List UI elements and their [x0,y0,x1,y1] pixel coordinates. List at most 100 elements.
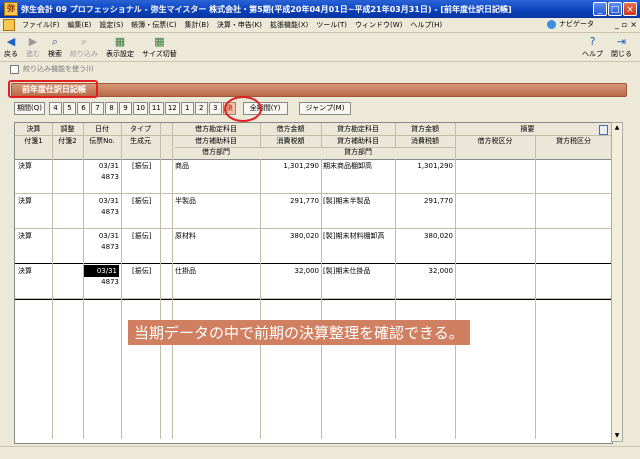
window-title: 弥生会計 09 プロフェッショナル - 弥生マイスター 株式会社・第5期(平成2… [21,4,512,14]
back-label: 戻る [4,50,18,58]
close-window-button[interactable]: × [623,2,637,16]
jump-button[interactable]: ジャンプ(M) [298,102,352,115]
forward-button[interactable]: ▶ 進む [22,33,44,59]
cell-debit-account: 仕掛品 [175,267,196,275]
cell-credit-account: 期末商品棚卸高 [323,162,372,170]
header-tekiyo: 摘要 [520,125,535,133]
app-icon: 弥 [4,2,18,16]
header-debit-tax: 消費税額 [276,137,305,145]
header-voucher-no: 伝票No. [89,137,115,145]
table-row[interactable]: 決算 03/31 4873 [振伝] 原材料 380,020 [製]期末材料棚卸… [15,229,612,264]
back-button[interactable]: ◀ 戻る [0,33,22,59]
search-button[interactable]: ⌕ 検索 [44,33,66,59]
header-credit-account: 貸方勘定科目 [337,125,379,133]
menu-tools[interactable]: ツール(T) [312,20,351,30]
table-row-selected[interactable]: 決算 03/31 4873 [振伝] 仕掛品 32,000 [製]期末仕掛品 3… [15,263,612,300]
header-debit-sub: 借方補助科目 [195,137,237,145]
menu-window[interactable]: ウィンドウ(W) [351,20,406,30]
header-debit-amount: 借方金額 [276,125,305,133]
period-bar: 期間(Q) 4 5 6 7 8 9 10 11 12 1 2 3 決 全期間(Y… [14,102,352,115]
header-chosei: 調整 [60,125,75,133]
help-button[interactable]: ? ヘルプ [578,33,607,59]
mdi-minimize-button[interactable]: _ [615,20,619,29]
cell-voucher-no: 4873 [101,173,119,181]
minimize-button[interactable]: _ [593,2,607,16]
vertical-scrollbar[interactable]: ▲ ▼ [611,122,623,442]
header-debit-dept: 借方部門 [202,148,230,156]
scroll-up-icon[interactable]: ▲ [612,123,622,133]
menu-help[interactable]: ヘルプ(H) [406,20,446,30]
table-header: 決算 調整 日付 タイプ 借方勘定科目 借方金額 貸方勘定科目 貸方金額 摘要 … [15,123,612,160]
month-tab[interactable]: 4 [48,102,62,115]
menu-summary[interactable]: 集計(B) [181,20,213,30]
menu-file[interactable]: ファイル(F) [18,20,64,30]
cell-type: [振伝] [132,197,152,205]
journal-table: 決算 調整 日付 タイプ 借方勘定科目 借方金額 貸方勘定科目 貸方金額 摘要 … [14,122,613,444]
menu-settings[interactable]: 設定(S) [95,20,127,30]
menu-books[interactable]: 帳簿・伝票(C) [127,20,180,30]
header-credit-amount: 貸方金額 [411,125,439,133]
menu-closing[interactable]: 決算・申告(K) [213,20,266,30]
cell-debit-account: 商品 [175,162,189,170]
memo-icon[interactable] [599,125,608,135]
window-controls: _ □ × [593,2,637,16]
filter-checkbox[interactable] [10,64,19,74]
filter-option-label: 絞り込み機能を使う(I) [23,65,94,73]
menu-edit[interactable]: 編集(E) [64,20,96,30]
display-settings-button[interactable]: ▦ 表示設定 [102,33,138,59]
back-arrow-icon: ◀ [6,35,16,48]
filter-icon: ⌕ [80,35,88,48]
header-credit-sub: 貸方補助科目 [337,137,379,145]
month-tab[interactable]: 9 [118,102,132,115]
cell-credit-amount: 291,770 [424,197,453,205]
display-settings-icon: ▦ [114,35,126,48]
header-fusen2: 付箋2 [58,137,77,145]
size-toggle-label: サイズ切替 [142,50,177,58]
header-debit-account: 借方勘定科目 [195,125,237,133]
mdi-close-button[interactable]: × [630,20,637,29]
cell-voucher-no: 4873 [101,278,119,286]
menu-bar: ファイル(F) 編集(E) 設定(S) 帳簿・伝票(C) 集計(B) 決算・申告… [0,18,640,33]
month-tab[interactable]: 1 [180,102,194,115]
help-icon: ? [589,35,596,48]
month-tab[interactable]: 7 [90,102,104,115]
size-toggle-button[interactable]: ▦ サイズ切替 [138,33,181,59]
table-row[interactable]: 決算 03/31 4873 [振伝] 商品 1,301,290 期末商品棚卸高 … [15,159,612,194]
maximize-button[interactable]: □ [608,2,622,16]
month-tab[interactable]: 6 [76,102,90,115]
close-label: 閉じる [611,50,632,58]
mdi-restore-button[interactable]: ▫ [622,20,627,29]
month-tab[interactable]: 2 [194,102,208,115]
help-label: ヘルプ [582,50,603,58]
month-tab[interactable]: 12 [164,102,180,115]
display-settings-label: 表示設定 [106,50,134,58]
size-toggle-icon: ▦ [154,35,165,48]
month-tab[interactable]: 10 [132,102,148,115]
scroll-down-icon[interactable]: ▼ [612,431,622,441]
closing-tab-highlight-circle [224,96,262,122]
header-credit-tax-class: 貸方税区分 [556,137,591,145]
header-fusen1: 付箋1 [24,137,43,145]
header-kessan: 決算 [26,125,41,133]
cell-type: [振伝] [132,162,152,170]
month-tab[interactable]: 3 [208,102,222,115]
month-tab[interactable]: 11 [148,102,164,115]
period-button[interactable]: 期間(Q) [14,102,45,115]
filter-button[interactable]: ⌕ 絞り込み [66,33,102,59]
page-title-banner: 前年度仕訳日記帳 [11,83,627,97]
cell-voucher-no: 4873 [101,208,119,216]
close-button[interactable]: ⇥ 閉じる [607,33,636,59]
cell-kessan: 決算 [18,197,32,205]
cell-debit-amount: 1,301,290 [283,162,319,170]
cell-debit-amount: 32,000 [294,267,320,275]
title-bar: 弥 弥生会計 09 プロフェッショナル - 弥生マイスター 株式会社・第5期(平… [0,0,640,18]
cell-type: [振伝] [132,232,152,240]
month-tab[interactable]: 8 [104,102,118,115]
menu-extensions[interactable]: 拡張機能(X) [266,20,312,30]
navigator-button[interactable]: ナビゲータ [547,19,594,29]
month-tab[interactable]: 5 [62,102,76,115]
header-credit-tax: 消費税額 [411,137,439,145]
filter-label: 絞り込み [70,50,98,58]
table-row[interactable]: 決算 03/31 4873 [振伝] 半製品 291,770 [製]期末半製品 … [15,194,612,229]
mdi-controls: _ ▫ × [615,20,637,29]
